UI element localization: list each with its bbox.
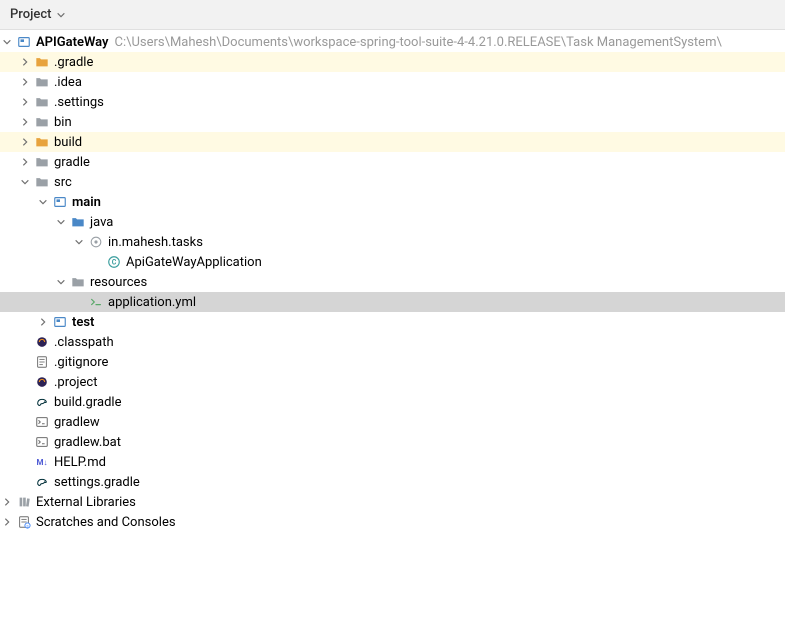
- tree-node-package[interactable]: in.mahesh.tasks: [0, 232, 785, 252]
- tree-node-classpath-file[interactable]: .classpath: [0, 332, 785, 352]
- node-label: .gitignore: [54, 355, 108, 370]
- node-label: Scratches and Consoles: [36, 515, 176, 530]
- gradle-icon: [34, 394, 50, 410]
- node-label: gradle: [54, 155, 90, 170]
- folder-icon: [34, 134, 50, 150]
- tree-node-project-file[interactable]: .project: [0, 372, 785, 392]
- chevron-right-icon[interactable]: [18, 155, 32, 169]
- eclipse-icon: [34, 334, 50, 350]
- tree-node-project-root[interactable]: APIGateWay C:\Users\Mahesh\Documents\wor…: [0, 32, 785, 52]
- folder-icon: [34, 154, 50, 170]
- tree-node-settings-dir[interactable]: .settings: [0, 92, 785, 112]
- node-label: gradlew.bat: [54, 435, 121, 450]
- folder-icon: [34, 174, 50, 190]
- module-icon: [52, 314, 68, 330]
- tree-node-gradlew-file[interactable]: gradlew: [0, 412, 785, 432]
- node-label: settings.gradle: [54, 475, 140, 490]
- tree-node-idea-dir[interactable]: .idea: [0, 72, 785, 92]
- resources-folder-icon: [70, 274, 86, 290]
- yaml-icon: [88, 294, 104, 310]
- chevron-right-icon[interactable]: [0, 515, 14, 529]
- chevron-right-icon[interactable]: [18, 55, 32, 69]
- markdown-icon: M↓: [34, 454, 50, 470]
- node-label: .idea: [54, 75, 82, 90]
- scratch-icon: [16, 514, 32, 530]
- text-file-icon: [34, 354, 50, 370]
- class-icon: [106, 254, 122, 270]
- chevron-right-icon[interactable]: [18, 75, 32, 89]
- tree-node-gradle-dir2[interactable]: gradle: [0, 152, 785, 172]
- tree-node-gradlew-bat-file[interactable]: gradlew.bat: [0, 432, 785, 452]
- folder-icon: [34, 94, 50, 110]
- tree-node-main-dir[interactable]: main: [0, 192, 785, 212]
- tree-node-java-dir[interactable]: java: [0, 212, 785, 232]
- node-label: .settings: [54, 95, 104, 110]
- node-label: build.gradle: [54, 395, 121, 410]
- project-tool-title: Project: [10, 7, 51, 22]
- node-label: test: [72, 315, 94, 330]
- project-path: C:\Users\Mahesh\Documents\workspace-spri…: [115, 35, 722, 50]
- node-label: java: [90, 215, 113, 230]
- module-icon: [16, 34, 32, 50]
- module-icon: [52, 194, 68, 210]
- folder-icon: [34, 74, 50, 90]
- node-label: .gradle: [54, 55, 93, 70]
- tree-node-src-dir[interactable]: src: [0, 172, 785, 192]
- node-label: ApiGateWayApplication: [126, 255, 262, 270]
- chevron-right-icon[interactable]: [18, 115, 32, 129]
- tree-node-scratches[interactable]: Scratches and Consoles: [0, 512, 785, 532]
- chevron-right-icon[interactable]: [0, 495, 14, 509]
- tree-node-build-gradle-file[interactable]: build.gradle: [0, 392, 785, 412]
- tree-node-external-libraries[interactable]: External Libraries: [0, 492, 785, 512]
- terminal-icon: [34, 434, 50, 450]
- node-label: main: [72, 195, 101, 210]
- source-folder-icon: [70, 214, 86, 230]
- tree-node-test-dir[interactable]: test: [0, 312, 785, 332]
- chevron-right-icon[interactable]: [18, 135, 32, 149]
- node-label: .classpath: [54, 335, 114, 350]
- node-label: gradlew: [54, 415, 100, 430]
- chevron-right-icon[interactable]: [18, 95, 32, 109]
- terminal-icon: [34, 414, 50, 430]
- tree-node-bin-dir[interactable]: bin: [0, 112, 785, 132]
- eclipse-icon: [34, 374, 50, 390]
- chevron-down-icon[interactable]: [72, 235, 86, 249]
- gradle-icon: [34, 474, 50, 490]
- chevron-down-icon[interactable]: [54, 275, 68, 289]
- tree-node-gradle-dir[interactable]: .gradle: [0, 52, 785, 72]
- tree-node-app-class[interactable]: ApiGateWayApplication: [0, 252, 785, 272]
- tree-node-resources-dir[interactable]: resources: [0, 272, 785, 292]
- node-label: build: [54, 135, 82, 150]
- tree-node-application-yml[interactable]: application.yml: [0, 292, 785, 312]
- tree-node-build-dir[interactable]: build: [0, 132, 785, 152]
- node-label: External Libraries: [36, 495, 136, 510]
- node-label: application.yml: [108, 295, 196, 310]
- folder-icon: [34, 54, 50, 70]
- tree-node-settings-gradle-file[interactable]: settings.gradle: [0, 472, 785, 492]
- node-label: HELP.md: [54, 455, 106, 470]
- chevron-down-icon: [55, 9, 67, 21]
- node-label: bin: [54, 115, 72, 130]
- library-icon: [16, 494, 32, 510]
- tree-node-gitignore-file[interactable]: .gitignore: [0, 352, 785, 372]
- node-label: src: [54, 175, 72, 190]
- chevron-down-icon[interactable]: [18, 175, 32, 189]
- project-name: APIGateWay: [36, 35, 109, 50]
- tree-node-help-md-file[interactable]: M↓ HELP.md: [0, 452, 785, 472]
- project-tool-header[interactable]: Project: [0, 0, 785, 30]
- folder-icon: [34, 114, 50, 130]
- chevron-down-icon[interactable]: [54, 215, 68, 229]
- project-tree[interactable]: APIGateWay C:\Users\Mahesh\Documents\wor…: [0, 30, 785, 532]
- node-label: in.mahesh.tasks: [108, 235, 203, 250]
- chevron-down-icon[interactable]: [36, 195, 50, 209]
- chevron-down-icon[interactable]: [0, 35, 14, 49]
- node-label: .project: [54, 375, 97, 390]
- node-label: resources: [90, 275, 147, 290]
- package-icon: [88, 234, 104, 250]
- chevron-right-icon[interactable]: [36, 315, 50, 329]
